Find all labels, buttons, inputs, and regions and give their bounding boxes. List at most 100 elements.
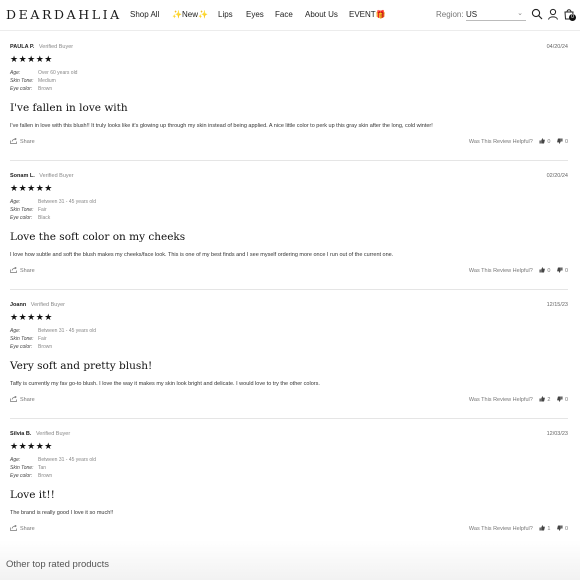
age-label: Age:	[10, 457, 21, 463]
age-label: Age:	[10, 328, 21, 334]
other-products-title: Other top rated products	[6, 559, 109, 570]
reviewer: Silvia B. Verified Buyer	[10, 431, 70, 437]
review-body: I love how subtle and soft the blush mak…	[10, 252, 394, 258]
eye-color-label: Eye color:	[10, 215, 33, 221]
helpful-label: Was This Review Helpful?	[468, 268, 533, 274]
review-title: Love the soft color on my cheeks	[10, 231, 186, 243]
review-title: I've fallen in love with	[10, 102, 128, 114]
thumbs-down-icon[interactable]	[557, 525, 563, 531]
helpful-up-count: 1	[547, 526, 551, 532]
cart-count-badge: 0	[569, 14, 576, 21]
review-date: 12/15/23	[546, 302, 568, 308]
skin-tone-label: Skin Tone:	[10, 207, 34, 213]
share-button[interactable]: Share	[10, 524, 35, 532]
thumbs-down-icon[interactable]	[557, 138, 563, 144]
star-rating: ★★★★★	[10, 441, 53, 451]
chevron-down-icon: ⌄	[517, 10, 523, 17]
helpful-down-count: 0	[564, 268, 568, 274]
nav-event[interactable]: EVENT🎁	[349, 10, 386, 19]
reviewer: Joann Verified Buyer	[10, 302, 65, 308]
helpful-up-count: 0	[547, 139, 551, 145]
search-icon[interactable]	[531, 8, 543, 20]
nav-eyes[interactable]: Eyes	[246, 10, 264, 19]
review-body: The brand is really good I love it so mu…	[10, 510, 114, 516]
share-icon	[10, 266, 17, 273]
review-item: Silvia B. Verified Buyer 12/03/23 ★★★★★ …	[10, 431, 568, 541]
helpful-down-count: 0	[564, 139, 568, 145]
thumbs-up-icon[interactable]	[539, 525, 546, 531]
account-icon[interactable]	[547, 8, 559, 20]
nav-new[interactable]: ✨New✨	[172, 10, 208, 19]
verified-buyer-label: Verified Buyer	[30, 302, 65, 308]
review-item: Joann Verified Buyer 12/15/23 ★★★★★ Age:…	[10, 302, 568, 412]
helpful-down-count: 0	[564, 397, 568, 403]
eye-color-label: Eye color:	[10, 473, 33, 479]
review-divider	[10, 289, 568, 290]
reviewer-attributes: Age: Between 31 - 45 years old Skin Tone:…	[10, 327, 96, 351]
reviewer-attributes: Age: Over 60 years old Skin Tone: Medium E…	[10, 69, 77, 93]
share-icon	[10, 137, 17, 144]
reviewer-name: Sonam L.	[10, 173, 35, 179]
eye-color-value: Brown	[38, 86, 53, 92]
share-button[interactable]: Share	[10, 395, 35, 403]
eye-color-label: Eye color:	[10, 86, 33, 92]
share-button[interactable]: Share	[10, 266, 35, 274]
skin-tone-label: Skin Tone:	[10, 78, 34, 84]
share-icon	[10, 524, 17, 531]
thumbs-down-icon[interactable]	[557, 396, 563, 402]
share-button[interactable]: Share	[10, 137, 35, 145]
review-title: Love it!!	[10, 489, 55, 501]
thumbs-down-icon[interactable]	[557, 267, 563, 273]
share-label: Share	[20, 397, 35, 403]
brand-logo[interactable]: DEARDAHLIA	[6, 7, 122, 22]
helpful-section: Was This Review Helpful? 0 0	[469, 138, 568, 145]
reviewer-name: Joann	[10, 302, 27, 308]
share-label: Share	[20, 139, 35, 145]
age-value: Between 31 - 45 years old	[38, 328, 97, 334]
helpful-label: Was This Review Helpful?	[468, 526, 533, 532]
star-rating: ★★★★★	[10, 312, 53, 322]
age-value: Over 60 years old	[38, 70, 78, 76]
nav-lips[interactable]: Lips	[218, 10, 233, 19]
review-title: Very soft and pretty blush!	[10, 360, 153, 372]
reviewer: Sonam L. Verified Buyer	[10, 173, 74, 179]
review-item: PAULA P. Verified Buyer 04/20/24 ★★★★★ A…	[10, 44, 568, 154]
eye-color-value: Brown	[38, 344, 53, 350]
review-item: Sonam L. Verified Buyer 02/20/24 ★★★★★ A…	[10, 173, 568, 283]
review-date: 04/20/24	[546, 44, 568, 50]
skin-tone-value: Fair	[38, 336, 47, 342]
nav-face[interactable]: Face	[275, 10, 293, 19]
thumbs-up-icon[interactable]	[539, 267, 546, 273]
eye-color-value: Black	[38, 215, 51, 221]
helpful-label: Was This Review Helpful?	[468, 397, 533, 403]
skin-tone-value: Fair	[38, 207, 47, 213]
eye-color-value: Brown	[38, 473, 53, 479]
review-divider	[10, 418, 568, 419]
star-rating: ★★★★★	[10, 54, 53, 64]
nav-about-us[interactable]: About Us	[305, 10, 338, 19]
age-value: Between 31 - 45 years old	[38, 457, 97, 463]
review-body: I've fallen in love with this blush!! It…	[10, 123, 433, 129]
review-date: 12/03/23	[546, 431, 568, 437]
verified-buyer-label: Verified Buyer	[38, 44, 74, 50]
helpful-section: Was This Review Helpful? 1 0	[469, 525, 568, 532]
review-date: 02/20/24	[546, 173, 568, 179]
review-body: Taffy is currently my fav go-to blush. I…	[10, 381, 320, 387]
region-select[interactable]: US ⌄	[466, 7, 526, 21]
skin-tone-value: Tan	[38, 465, 47, 471]
helpful-label: Was This Review Helpful?	[468, 139, 533, 145]
thumbs-up-icon[interactable]	[539, 138, 546, 144]
helpful-section: Was This Review Helpful? 0 0	[469, 267, 568, 274]
helpful-up-count: 0	[547, 268, 551, 274]
age-value: Between 31 - 45 years old	[38, 199, 97, 205]
verified-buyer-label: Verified Buyer	[35, 431, 71, 437]
reviewer-attributes: Age: Between 31 - 45 years old Skin Tone:…	[10, 456, 96, 480]
region-label: Region:	[436, 10, 464, 19]
reviewer-name: PAULA P.	[10, 44, 35, 50]
thumbs-up-icon[interactable]	[539, 396, 546, 402]
age-label: Age:	[10, 70, 21, 76]
nav-shop-all[interactable]: Shop All	[130, 10, 159, 19]
share-label: Share	[20, 268, 35, 274]
skin-tone-value: Medium	[38, 78, 56, 84]
eye-color-label: Eye color:	[10, 344, 33, 350]
